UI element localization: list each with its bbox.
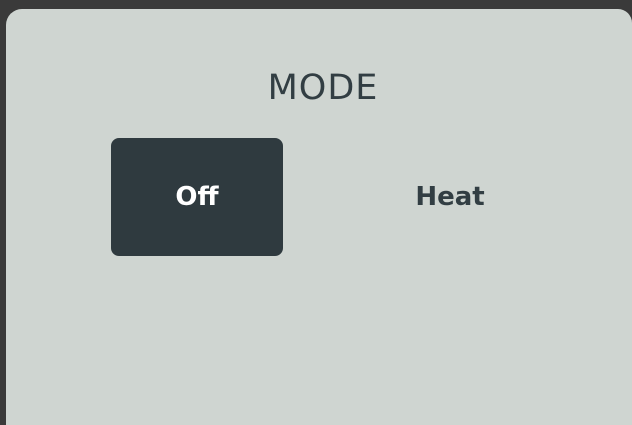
mode-title: MODE (267, 68, 379, 108)
mode-option-heat[interactable]: Heat (364, 138, 536, 256)
mode-option-heat-label: Heat (415, 182, 485, 212)
mode-option-off[interactable]: Off (111, 138, 283, 256)
mode-option-off-label: Off (175, 182, 219, 212)
